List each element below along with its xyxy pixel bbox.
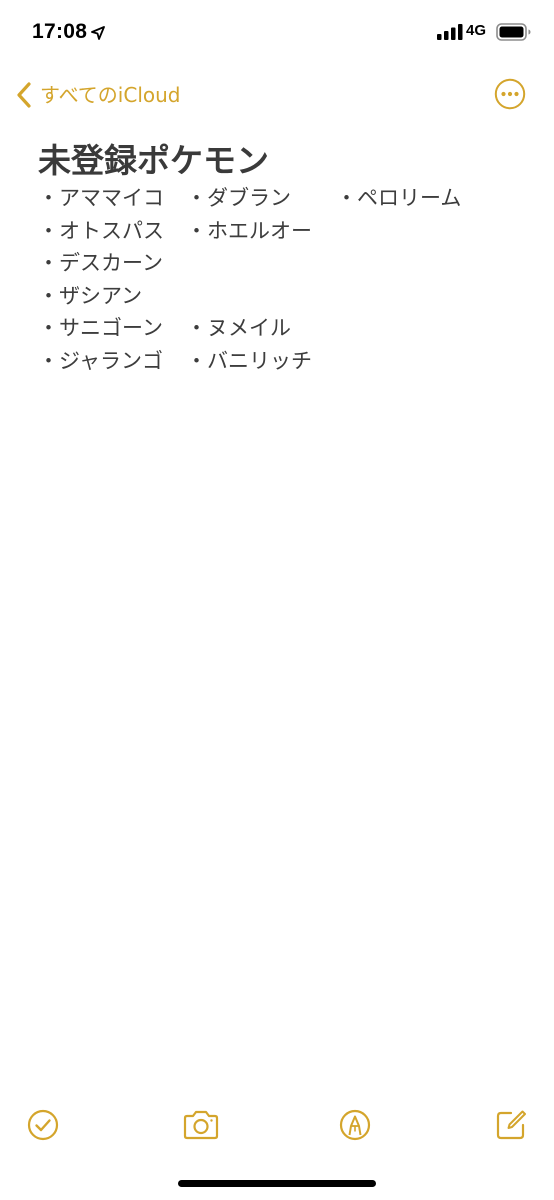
note-item: ・バニリッチ: [186, 348, 312, 373]
note-item: ・デスカーン: [38, 251, 163, 275]
note-item: ・ヌメイル: [186, 316, 291, 340]
camera-icon[interactable]: [182, 1108, 220, 1142]
compose-icon[interactable]: [494, 1108, 528, 1142]
chevron-left-icon: [14, 80, 34, 110]
nav-bar: すべてのiCloud: [0, 70, 554, 120]
checklist-icon[interactable]: [26, 1108, 60, 1142]
note-column-1: ・アママイコ ・オトスパス ・デスカーン ・ザシアン ・サニゴーン ・ジャランゴ: [38, 182, 164, 377]
bottom-toolbar: [0, 1104, 554, 1148]
network-type: 4G: [466, 22, 487, 39]
note-item-empty: [186, 247, 312, 280]
note-item: ・ザシアン: [38, 283, 143, 308]
note-item: ・サニゴーン: [38, 316, 163, 340]
home-indicator[interactable]: [178, 1180, 376, 1187]
location-arrow-icon: [91, 25, 105, 44]
note-column-2: ・ダブラン ・ホエルオー ・ヌメイル ・バニリッチ: [186, 182, 312, 377]
markup-pen-icon[interactable]: [338, 1108, 372, 1142]
status-time: 17:08: [32, 20, 88, 43]
battery-icon: [496, 22, 532, 46]
note-item: ・ダブラン: [186, 186, 291, 210]
back-label: すべてのiCloud: [40, 83, 181, 107]
cellular-signal-icon: [437, 24, 463, 44]
note-item: ・ペロリーム: [336, 186, 462, 210]
note-item: ・オトスパス: [38, 218, 164, 243]
note-item: ・ジャランゴ: [38, 348, 163, 373]
note-item: ・アママイコ: [38, 186, 164, 210]
ellipsis-circle-icon[interactable]: [494, 78, 526, 110]
note-item: ・ホエルオー: [186, 218, 312, 243]
back-button[interactable]: すべてのiCloud: [14, 80, 181, 110]
status-bar: 17:08 4G: [0, 0, 554, 66]
note-title: 未登録ポケモン: [38, 141, 269, 180]
note-item-empty: [186, 280, 312, 313]
note-column-3: ・ペロリーム: [336, 182, 461, 215]
